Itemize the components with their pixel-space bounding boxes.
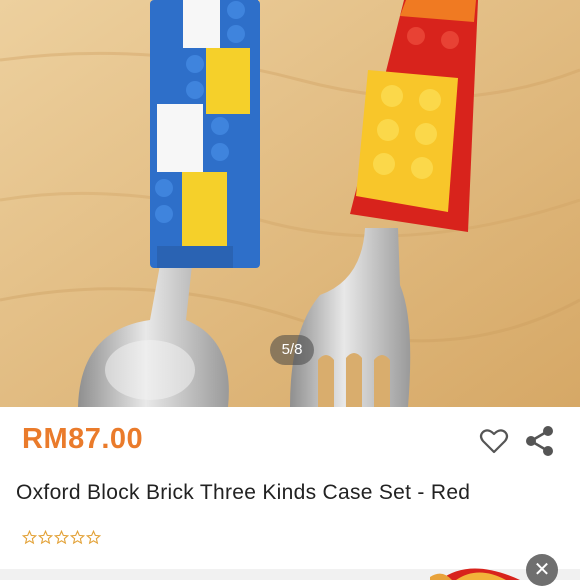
star-outline-icon: [54, 530, 69, 545]
close-button[interactable]: ✕: [526, 554, 558, 586]
star-outline-icon: [70, 530, 85, 545]
star-outline-icon: [86, 530, 101, 545]
star-outline-icon: [22, 530, 37, 545]
favorite-button[interactable]: [476, 423, 512, 459]
product-info-panel: RM87.00 Oxford Block Brick Three Kinds C…: [0, 407, 580, 586]
product-price: RM87.00: [22, 423, 144, 455]
promo-banner-art[interactable]: [430, 557, 530, 580]
rating-stars: [22, 530, 101, 545]
product-title: Oxford Block Brick Three Kinds Case Set …: [16, 481, 471, 504]
share-button[interactable]: [522, 423, 558, 459]
share-icon: [526, 426, 553, 456]
spoon-handle: [150, 0, 260, 268]
product-image-gallery[interactable]: 5/8: [0, 0, 580, 407]
close-icon: ✕: [533, 559, 551, 581]
gallery-page-indicator: 5/8: [270, 335, 314, 365]
heart-outline-icon: [479, 429, 509, 454]
star-outline-icon: [38, 530, 53, 545]
